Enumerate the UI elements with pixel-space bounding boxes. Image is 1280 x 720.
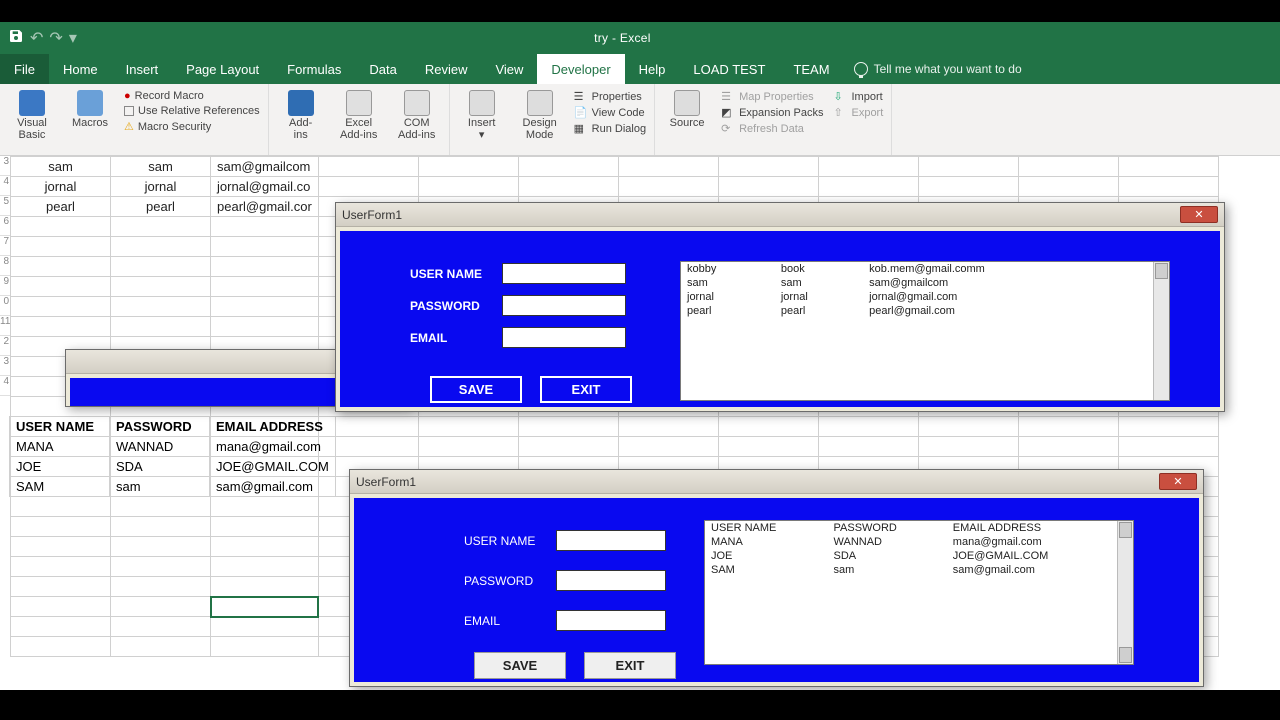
com-addins-button[interactable]: COM Add-ins [393, 88, 441, 141]
password-input[interactable] [502, 295, 626, 316]
tell-me-label: Tell me what you want to do [874, 62, 1022, 76]
row-number[interactable]: 7 [0, 236, 10, 256]
import-button[interactable]: ⇩Import [833, 90, 883, 103]
titlebar: ↶ ↷ ▾ try - Excel [0, 22, 1280, 54]
tab-insert[interactable]: Insert [112, 54, 173, 84]
userform-top[interactable]: UserForm1✕ USER NAME PASSWORD EMAIL SAVE… [335, 202, 1225, 412]
row-number[interactable]: 3 [0, 356, 10, 376]
username-label: USER NAME [464, 534, 544, 548]
row-number[interactable]: 3 [0, 156, 10, 176]
row-number[interactable]: 8 [0, 256, 10, 276]
row-number[interactable]: 6 [0, 216, 10, 236]
row-number[interactable]: 2 [0, 336, 10, 356]
tab-home[interactable]: Home [49, 54, 112, 84]
tab-view[interactable]: View [481, 54, 537, 84]
tab-page-layout[interactable]: Page Layout [172, 54, 273, 84]
ribbon-body: Visual Basic Macros ●Record Macro Use Re… [0, 84, 1280, 156]
row-number[interactable]: 5 [0, 196, 10, 216]
tab-file[interactable]: File [0, 54, 49, 84]
insert-control-button[interactable]: Insert▾ [458, 88, 506, 141]
macros-button[interactable]: Macros [66, 88, 114, 130]
redo-icon[interactable]: ↷ [49, 28, 62, 48]
username-label: USER NAME [410, 267, 490, 281]
tab-team[interactable]: TEAM [779, 54, 843, 84]
ribbon-tabs: File Home Insert Page Layout Formulas Da… [0, 54, 1280, 84]
close-icon[interactable]: ✕ [1159, 473, 1197, 490]
data-listbox[interactable]: kobbybookkob.mem@gmail.comm samsamsam@gm… [680, 261, 1170, 401]
properties-button[interactable]: ☰Properties [574, 90, 646, 103]
scrollbar[interactable] [1117, 521, 1133, 664]
row-number[interactable]: 9 [0, 276, 10, 296]
tab-loadtest[interactable]: LOAD TEST [679, 54, 779, 84]
save-icon[interactable] [8, 28, 24, 49]
undo-icon[interactable]: ↶ [30, 28, 43, 48]
exit-button[interactable]: EXIT [584, 652, 676, 679]
qat-dropdown-icon[interactable]: ▾ [69, 28, 77, 48]
dialog-title: UserForm1 [342, 208, 1180, 222]
row-number[interactable]: 4 [0, 376, 10, 396]
view-code-button[interactable]: 📄View Code [574, 106, 646, 119]
record-macro-button[interactable]: ●Record Macro [124, 90, 260, 102]
close-icon[interactable]: ✕ [1180, 206, 1218, 223]
expansion-packs-button[interactable]: ◩Expansion Packs [721, 106, 823, 119]
tab-data[interactable]: Data [355, 54, 410, 84]
tab-review[interactable]: Review [411, 54, 482, 84]
save-button[interactable]: SAVE [430, 376, 522, 403]
email-input[interactable] [556, 610, 666, 631]
username-input[interactable] [502, 263, 626, 284]
active-cell[interactable] [211, 597, 319, 617]
lower-table: USER NAME PASSWORD EMAIL ADDRESS MANAWAN… [9, 416, 349, 497]
password-label: PASSWORD [464, 574, 544, 588]
exit-button[interactable]: EXIT [540, 376, 632, 403]
email-label: EMAIL [410, 331, 490, 345]
tab-developer[interactable]: Developer [537, 54, 624, 84]
run-dialog-button[interactable]: ▦Run Dialog [574, 122, 646, 135]
lightbulb-icon [854, 62, 868, 76]
username-input[interactable] [556, 530, 666, 551]
window-title: try - Excel [85, 31, 1160, 45]
tab-help[interactable]: Help [625, 54, 680, 84]
relative-refs-button[interactable]: Use Relative References [124, 105, 260, 117]
userform-bottom[interactable]: UserForm1✕ USER NAME PASSWORD EMAIL SAVE… [349, 469, 1204, 687]
row-number[interactable]: 11 [0, 316, 10, 336]
email-label: EMAIL [464, 614, 544, 628]
data-listbox[interactable]: USER NAMEPASSWORDEMAIL ADDRESS MANAWANNA… [704, 520, 1134, 665]
design-mode-button[interactable]: Design Mode [516, 88, 564, 141]
password-input[interactable] [556, 570, 666, 591]
row-number[interactable]: 4 [0, 176, 10, 196]
password-label: PASSWORD [410, 299, 490, 313]
tell-me[interactable]: Tell me what you want to do [854, 54, 1022, 84]
tab-formulas[interactable]: Formulas [273, 54, 355, 84]
export-button: ⇧Export [833, 106, 883, 119]
visual-basic-button[interactable]: Visual Basic [8, 88, 56, 141]
macro-security-button[interactable]: ⚠Macro Security [124, 120, 260, 133]
xml-source-button[interactable]: Source [663, 88, 711, 130]
row-number[interactable]: 0 [0, 296, 10, 316]
excel-addins-button[interactable]: Excel Add-ins [335, 88, 383, 141]
scrollbar[interactable] [1153, 262, 1169, 400]
addins-button[interactable]: Add- ins [277, 88, 325, 141]
dialog-title: UserForm1 [356, 475, 1159, 489]
refresh-data-button: ⟳Refresh Data [721, 122, 823, 135]
map-properties-button: ☰Map Properties [721, 90, 823, 103]
email-input[interactable] [502, 327, 626, 348]
save-button[interactable]: SAVE [474, 652, 566, 679]
